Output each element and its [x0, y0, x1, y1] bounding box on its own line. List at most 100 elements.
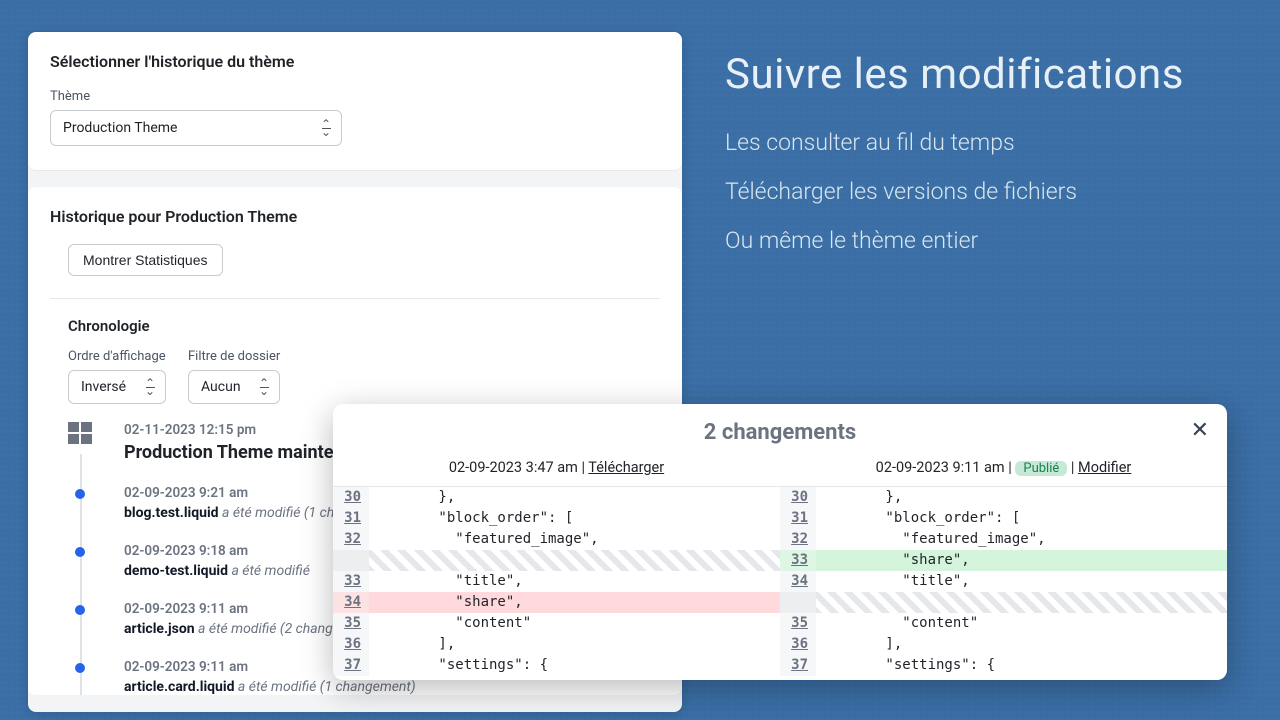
- diff-line: 31 "block_order": [: [333, 508, 780, 529]
- marketing-copy: Suivre les modifications Les consulter a…: [725, 50, 1184, 276]
- diff-line: 36 ],: [780, 634, 1227, 655]
- dot-icon: [75, 489, 85, 499]
- timeline-file: article.json: [124, 621, 195, 637]
- line-number: 36: [780, 634, 816, 655]
- line-number: 35: [333, 613, 369, 634]
- timeline-filters: Ordre d'affichage Inversé Filtre de doss…: [68, 349, 660, 404]
- code-text: "settings": {: [816, 655, 1227, 676]
- history-heading: Historique pour Production Theme: [50, 207, 660, 226]
- published-badge: Publié: [1015, 461, 1067, 476]
- diff-line: 32 "featured_image",: [333, 529, 780, 550]
- diff-line: 30 },: [780, 487, 1227, 508]
- diff-meta-right: 02-09-2023 9:11 am | Publié | Modifier: [780, 459, 1227, 486]
- grid-icon: [68, 422, 92, 444]
- diff-right-timestamp: 02-09-2023 9:11 am: [876, 459, 1005, 476]
- theme-select[interactable]: Production Theme: [50, 110, 342, 146]
- dot-icon: [75, 663, 85, 673]
- timeline-file: blog.test.liquid: [124, 505, 219, 521]
- timeline-file: demo-test.liquid: [124, 563, 228, 579]
- theme-select-value: Production Theme: [63, 120, 177, 136]
- code-text: "block_order": [: [369, 508, 780, 529]
- diff-line: 34 "share",: [333, 592, 780, 613]
- line-number: 31: [780, 508, 816, 529]
- marketing-line: Télécharger les versions de fichiers: [725, 178, 1184, 205]
- line-number: 33: [333, 571, 369, 592]
- separator: |: [1008, 459, 1015, 476]
- diff-line: 35 "content": [780, 613, 1227, 634]
- diff-meta-row: 02-09-2023 3:47 am | Télécharger 02-09-2…: [333, 459, 1227, 486]
- theme-selector-heading: Sélectionner l'historique du thème: [50, 52, 660, 71]
- timeline-suffix: a été modifié: [228, 563, 310, 579]
- theme-selector-card: Sélectionner l'historique du thème Thème…: [28, 32, 682, 171]
- code-text: "settings": {: [369, 655, 780, 676]
- diff-view: 30 },31 "block_order": [32 "featured_ima…: [333, 486, 1227, 676]
- code-text: "share",: [369, 592, 780, 613]
- separator: |: [1071, 459, 1078, 476]
- diff-line: 33 "title",: [333, 571, 780, 592]
- divider: [50, 298, 660, 299]
- code-text: "title",: [369, 571, 780, 592]
- line-number: 36: [333, 634, 369, 655]
- download-link[interactable]: Télécharger: [588, 459, 664, 476]
- filter-select[interactable]: Aucun: [188, 370, 280, 404]
- diff-left-column: 30 },31 "block_order": [32 "featured_ima…: [333, 487, 780, 676]
- order-select[interactable]: Inversé: [68, 370, 166, 404]
- code-text: "featured_image",: [816, 529, 1227, 550]
- chevron-updown-icon: [145, 377, 155, 397]
- line-number: 34: [333, 592, 369, 613]
- timeline-file: article.card.liquid: [124, 679, 234, 695]
- diff-line: 37 "settings": {: [333, 655, 780, 676]
- line-number: 35: [780, 613, 816, 634]
- code-text: "block_order": [: [816, 508, 1227, 529]
- filter-select-value: Aucun: [201, 379, 241, 395]
- theme-label: Thème: [50, 89, 660, 104]
- code-text: "content": [816, 613, 1227, 634]
- modify-link[interactable]: Modifier: [1078, 459, 1131, 476]
- line-number: 32: [780, 529, 816, 550]
- marketing-line: Les consulter au fil du temps: [725, 129, 1184, 156]
- line-number: 31: [333, 508, 369, 529]
- diff-right-column: 30 },31 "block_order": [32 "featured_ima…: [780, 487, 1227, 676]
- timeline-line: article.card.liquid a été modifié (1 cha…: [124, 679, 660, 695]
- diff-line: 32 "featured_image",: [780, 529, 1227, 550]
- code-text: ],: [816, 634, 1227, 655]
- diff-modal: 2 changements ✕ 02-09-2023 3:47 am | Tél…: [333, 404, 1227, 680]
- code-text: },: [369, 487, 780, 508]
- diff-title: 2 changements: [704, 420, 856, 445]
- order-label: Ordre d'affichage: [68, 349, 166, 364]
- diff-meta-left: 02-09-2023 3:47 am | Télécharger: [333, 459, 780, 486]
- code-text: "title",: [816, 571, 1227, 592]
- dot-icon: [75, 547, 85, 557]
- marketing-line: Ou même le thème entier: [725, 227, 1184, 254]
- chronology-heading: Chronologie: [68, 317, 660, 335]
- line-number: 30: [333, 487, 369, 508]
- diff-line: 37 "settings": {: [780, 655, 1227, 676]
- line-number: 34: [780, 571, 816, 592]
- diff-line: 31 "block_order": [: [780, 508, 1227, 529]
- show-stats-button[interactable]: Montrer Statistiques: [68, 244, 223, 276]
- line-number: 30: [780, 487, 816, 508]
- chevron-updown-icon: [321, 118, 331, 138]
- diff-line: 34 "title",: [780, 571, 1227, 592]
- line-number: 37: [780, 655, 816, 676]
- marketing-headline: Suivre les modifications: [725, 50, 1184, 99]
- diff-line: 33 "share",: [780, 550, 1227, 571]
- diff-line: 30 },: [333, 487, 780, 508]
- code-text: "content": [369, 613, 780, 634]
- diff-line: 35 "content": [333, 613, 780, 634]
- chevron-updown-icon: [259, 377, 269, 397]
- timeline-suffix: a été modifié (1 changement): [234, 679, 415, 695]
- diff-line: 36 ],: [333, 634, 780, 655]
- code-text: "share",: [816, 550, 1227, 571]
- filter-label: Filtre de dossier: [188, 349, 280, 364]
- close-icon[interactable]: ✕: [1191, 418, 1209, 443]
- line-number: 33: [780, 550, 816, 571]
- diff-modal-header: 2 changements ✕: [333, 404, 1227, 459]
- order-select-value: Inversé: [81, 379, 126, 395]
- code-text: },: [816, 487, 1227, 508]
- dot-icon: [75, 605, 85, 615]
- line-number: 32: [333, 529, 369, 550]
- code-text: "featured_image",: [369, 529, 780, 550]
- diff-left-timestamp: 02-09-2023 3:47 am: [449, 459, 578, 476]
- line-number: 37: [333, 655, 369, 676]
